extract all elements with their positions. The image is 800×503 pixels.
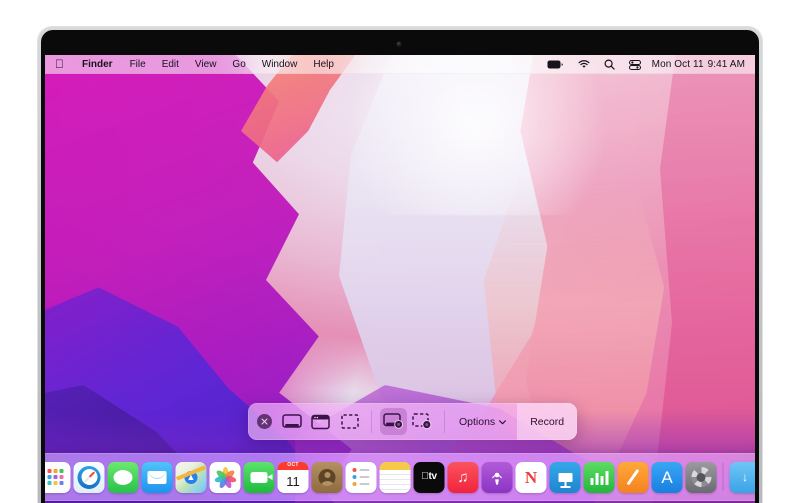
capture-entire-screen-icon[interactable]: [278, 408, 305, 435]
calendar-month: OCT: [278, 462, 309, 470]
screenshot-capture-group: [248, 403, 368, 440]
capture-selected-portion-icon[interactable]: [336, 408, 363, 435]
close-icon[interactable]: [257, 414, 272, 429]
menu-bar-clock[interactable]: Mon Oct 11 9:41 AM: [648, 59, 745, 70]
capture-selected-window-icon[interactable]: [307, 408, 334, 435]
record-selected-portion-icon[interactable]: [409, 408, 436, 435]
webcam-icon: [397, 42, 401, 46]
menu-item-go[interactable]: Go: [224, 55, 253, 74]
numbers-icon[interactable]: [584, 462, 615, 493]
menu-item-edit[interactable]: Edit: [154, 55, 187, 74]
podcasts-icon[interactable]: [482, 462, 513, 493]
menu-item-file[interactable]: File: [122, 55, 154, 74]
toolbar-divider-1: [371, 410, 372, 433]
menu-bar-status-area: Mon Oct 11 9:41 AM: [540, 59, 755, 70]
facetime-icon[interactable]: [244, 462, 275, 493]
menu-item-finder[interactable]: Finder: [73, 55, 122, 74]
photos-icon[interactable]: [210, 462, 241, 493]
options-label: Options: [459, 416, 495, 428]
music-icon[interactable]: ♫: [448, 462, 479, 493]
search-icon[interactable]: [597, 59, 622, 70]
calendar-day: 11: [286, 470, 300, 493]
download-arrow-icon: ↓: [742, 471, 748, 483]
record-button[interactable]: Record: [517, 403, 577, 440]
launchpad-icon[interactable]: [45, 462, 71, 493]
maps-icon[interactable]: ▲: [176, 462, 207, 493]
app-store-icon[interactable]: A: [652, 462, 683, 493]
menu-bar:  Finder File Edit View Go Window Help: [45, 55, 755, 74]
desktop-screen:  Finder File Edit View Go Window Help: [45, 55, 755, 503]
pages-icon[interactable]: [618, 462, 649, 493]
battery-icon[interactable]: [540, 60, 571, 69]
downloads-folder-icon[interactable]: ↓: [730, 462, 756, 493]
mail-icon[interactable]: [142, 462, 173, 493]
calendar-icon[interactable]: OCT 11: [278, 462, 309, 493]
dock: ☺ ▲: [45, 453, 755, 501]
reminders-icon[interactable]: [346, 462, 377, 493]
menu-item-help[interactable]: Help: [305, 55, 342, 74]
screenshot-record-group: [375, 403, 441, 440]
menu-bar-time: 9:41 AM: [708, 59, 745, 70]
screenshot-toolbar: Options Record: [248, 403, 577, 440]
apple-tv-icon[interactable]: tv: [414, 462, 445, 493]
contacts-icon[interactable]: [312, 462, 343, 493]
macbook-frame:  Finder File Edit View Go Window Help: [38, 27, 762, 503]
apple-logo-icon[interactable]: : [52, 55, 73, 74]
record-entire-screen-icon[interactable]: [380, 408, 407, 435]
menu-item-window[interactable]: Window: [254, 55, 306, 74]
options-button[interactable]: Options: [448, 403, 517, 440]
system-preferences-icon[interactable]: [686, 462, 717, 493]
wifi-icon[interactable]: [571, 60, 597, 69]
messages-icon[interactable]: [108, 462, 139, 493]
control-center-icon[interactable]: [622, 60, 648, 70]
keynote-icon[interactable]: [550, 462, 581, 493]
safari-icon[interactable]: [74, 462, 105, 493]
dock-separator: [723, 463, 724, 491]
menu-bar-left:  Finder File Edit View Go Window Help: [45, 55, 342, 74]
notes-icon[interactable]: [380, 462, 411, 493]
chevron-down-icon: [499, 416, 506, 428]
toolbar-divider-2: [444, 410, 445, 433]
menu-bar-date: Mon Oct 11: [652, 59, 704, 70]
news-icon[interactable]: N: [516, 462, 547, 493]
menu-item-view[interactable]: View: [187, 55, 225, 74]
